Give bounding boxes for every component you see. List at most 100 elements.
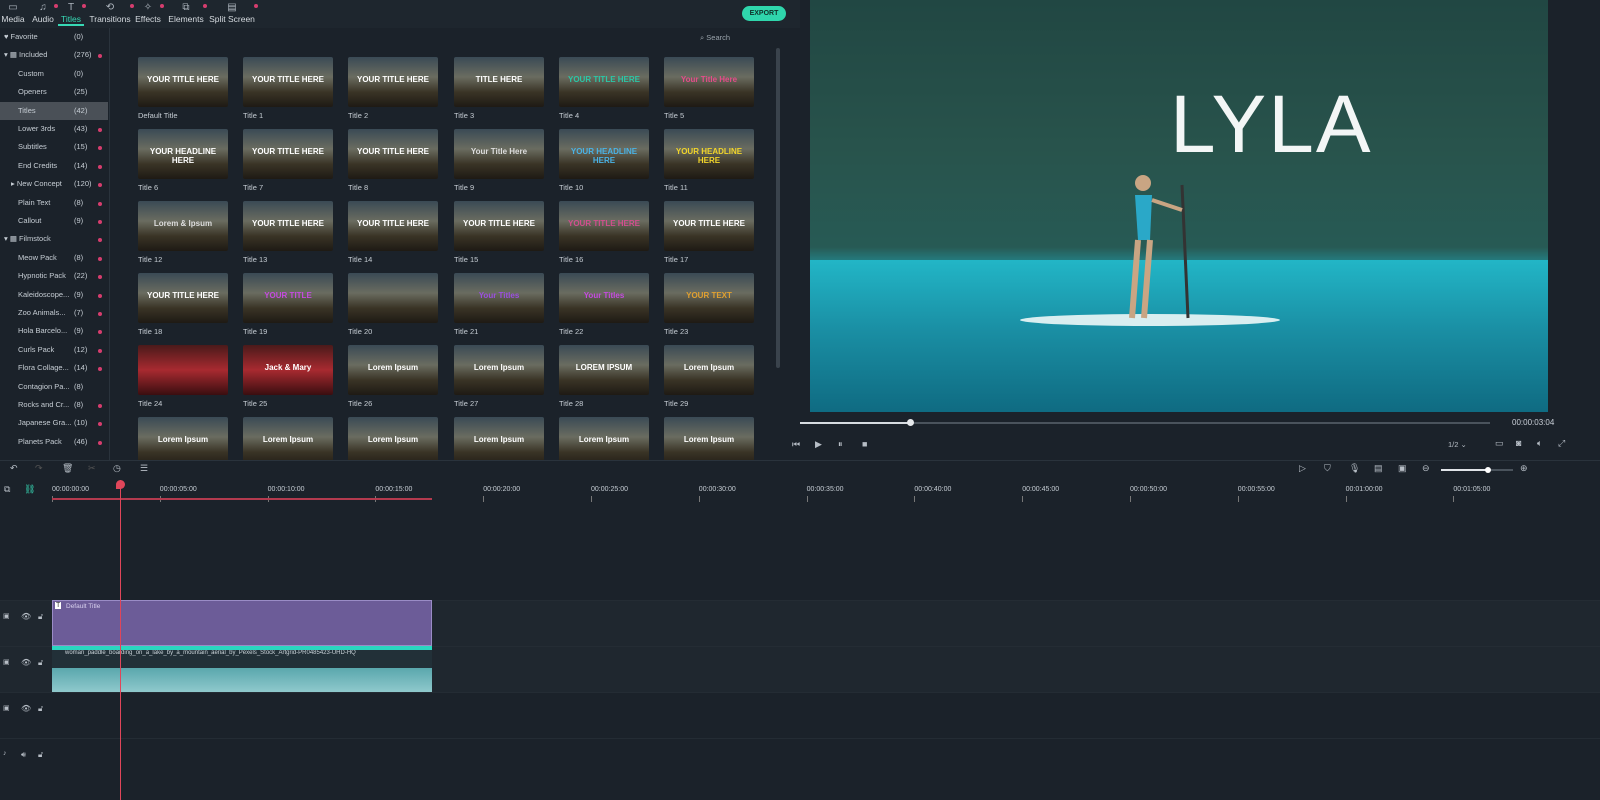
sidebar-item-new-concept[interactable]: ▸ New Concept (120) [0,175,108,193]
title-thumbnail[interactable]: Lorem Ipsum [348,345,438,395]
render-icon[interactable]: ▷ [1299,463,1306,474]
title-thumbnail[interactable]: YOUR HEADLINE HERE [138,129,228,179]
sidebar-item-openers[interactable]: Openers (25) [0,83,108,101]
redo-icon[interactable]: ↷ [35,463,43,474]
sidebar-item-hola-barcelo-[interactable]: Hola Barcelo... (9) [0,322,108,340]
title-thumbnail[interactable]: Lorem Ipsum [454,345,544,395]
sidebar-item-callout[interactable]: Callout (9) [0,212,108,230]
delete-icon[interactable]: 🗑︎ [62,463,73,474]
stop-icon[interactable]: ■ [862,439,867,449]
title-thumbnail[interactable]: LOREM IPSUM [559,345,649,395]
visibility-eye-icon[interactable]: 👁︎ [21,704,31,713]
title-thumbnail[interactable]: YOUR TITLE HERE [559,57,649,107]
fullscreen-icon[interactable]: ⤢ [1558,438,1565,449]
preview-scrubber[interactable] [800,419,1490,426]
adjust-icon[interactable]: ☰ [140,463,148,474]
snapshot-icon[interactable]: ◙ [1516,438,1521,448]
sidebar-item-kaleidoscope-[interactable]: Kaleidoscope... (9) [0,286,108,304]
title-thumbnail[interactable]: YOUR TITLE HERE [243,57,333,107]
lock-icon[interactable]: 🔓︎ [38,704,43,714]
sidebar-item-meow-pack[interactable]: Meow Pack (8) [0,249,108,267]
visibility-eye-icon[interactable]: 👁︎ [21,658,31,667]
sidebar-item-included[interactable]: ▾ ▦ Included (276) [0,46,108,64]
title-thumbnail[interactable] [138,345,228,395]
title-thumbnail[interactable]: YOUR TITLE HERE [243,201,333,251]
sidebar-item-custom[interactable]: Custom (0) [0,65,108,83]
title-thumbnail[interactable]: TITLE HERE [454,57,544,107]
sidebar-item-curls-pack[interactable]: Curls Pack (12) [0,341,108,359]
title-thumbnail[interactable]: Lorem Ipsum [664,345,754,395]
sidebar-item-subtitles[interactable]: Subtitles (15) [0,138,108,156]
playhead[interactable] [116,480,126,800]
mic-icon[interactable]: 🎙︎ [1349,463,1360,474]
sidebar-item-favorite[interactable]: ♥ Favorite (0) [0,28,108,46]
display-icon[interactable]: ▭ [1495,438,1504,449]
title-thumbnail[interactable]: Your Title Here [664,57,754,107]
title-thumbnail[interactable]: Your Titles [454,273,544,323]
marker-icon[interactable]: ⛉ [1324,463,1331,474]
sidebar-item-lower-3rds[interactable]: Lower 3rds (43) [0,120,108,138]
play-icon[interactable]: ▶ [815,439,822,450]
title-thumbnail[interactable]: YOUR TITLE HERE [454,201,544,251]
sidebar-item-end-credits[interactable]: End Credits (14) [0,157,108,175]
tab-titles[interactable]: T Titles [58,2,84,26]
title-thumbnail[interactable]: Your Titles [559,273,649,323]
title-thumbnail[interactable]: YOUR TITLE HERE [348,129,438,179]
sidebar-item-hypnotic-pack[interactable]: Hypnotic Pack (22) [0,267,108,285]
lock-icon[interactable]: 🔓︎ [38,612,43,622]
grid-scrollbar[interactable] [776,48,780,368]
tab-split-screen[interactable]: ▤ Split Screen [208,2,256,24]
title-thumbnail[interactable]: YOUR TITLE HERE [348,201,438,251]
title-thumbnail[interactable]: Your Title Here [454,129,544,179]
lock-icon[interactable]: 🔓︎ [38,658,43,668]
visibility-eye-icon[interactable]: 👁︎ [21,612,31,621]
sidebar-item-plain-text[interactable]: Plain Text (8) [0,194,108,212]
pause-icon[interactable]: ⏸ [838,439,843,450]
mixer-icon[interactable]: ▤ [1374,463,1383,474]
title-thumbnail[interactable]: YOUR TITLE HERE [664,201,754,251]
title-thumbnail[interactable]: YOUR HEADLINE HERE [664,129,754,179]
title-thumbnail[interactable]: YOUR TITLE HERE [138,273,228,323]
title-clip[interactable]: T Default Title [52,600,432,646]
title-thumbnail[interactable]: Jack & Mary [243,345,333,395]
title-thumbnail[interactable] [348,273,438,323]
title-thumbnail[interactable]: YOUR TITLE HERE [348,57,438,107]
tab-elements[interactable]: ⧉ Elements [167,2,205,24]
sidebar-item-japanese-gra-[interactable]: Japanese Gra... (10) [0,414,108,432]
sidebar-item-titles[interactable]: Titles (42) [0,101,108,120]
title-thumbnail[interactable]: YOUR TEXT [664,273,754,323]
sidebar-item-filmstock[interactable]: ▾ ▦ Filmstock [0,230,108,248]
tab-transitions[interactable]: ⟲ Transitions [88,2,132,24]
tab-effects[interactable]: ✧ Effects [134,2,162,24]
title-thumbnail[interactable]: YOUR TITLE HERE [243,129,333,179]
speed-icon[interactable]: ◷ [113,463,121,474]
zoom-slider[interactable] [1441,467,1513,473]
cut-icon[interactable]: ✂ [88,463,96,474]
volume-icon[interactable]: 🔈︎ [1537,438,1542,449]
title-thumbnail[interactable]: YOUR TITLE HERE [559,201,649,251]
search-input[interactable]: ⌕ Search [700,33,760,45]
visibility-eye-icon[interactable]: 🔊︎ [21,750,26,760]
subtitle-icon[interactable]: ▣ [1398,463,1407,474]
quality-select[interactable]: 1/2 ⌄ [1448,440,1467,449]
sidebar-item-zoo-animals-[interactable]: Zoo Animals... (7) [0,304,108,322]
step-back-icon[interactable]: ⏮ [792,439,800,450]
video-clip[interactable]: woman_paddle_boarding_on_a_lake_by_a_mou… [52,646,432,692]
sidebar-item-flora-collage-[interactable]: Flora Collage... (14) [0,359,108,377]
title-thumbnail[interactable]: YOUR HEADLINE HERE [559,129,649,179]
sidebar-item-contagion-pa-[interactable]: Contagion Pa... (8) [0,378,108,396]
lock-icon[interactable]: 🔓︎ [38,750,43,760]
zoom-in-icon[interactable]: ⊕ [1520,463,1528,474]
undo-icon[interactable]: ↶ [10,463,18,474]
tab-media[interactable]: ▭ Media [0,2,26,24]
export-button[interactable]: EXPORT [742,6,786,21]
title-thumbnail[interactable]: YOUR TITLE HERE [138,57,228,107]
sidebar-item-rocks-and-cr-[interactable]: Rocks and Cr... (8) [0,396,108,414]
sidebar-item-planets-pack[interactable]: Planets Pack (46) [0,433,108,451]
title-thumbnail[interactable]: YOUR TITLE [243,273,333,323]
link-icon[interactable]: ⛓ [24,484,35,495]
tab-audio[interactable]: ♫ Audio [30,2,56,24]
zoom-out-icon[interactable]: ⊖ [1422,463,1430,474]
add-track-icon[interactable]: ⧉ [4,484,10,495]
title-thumbnail[interactable]: Lorem & Ipsum [138,201,228,251]
